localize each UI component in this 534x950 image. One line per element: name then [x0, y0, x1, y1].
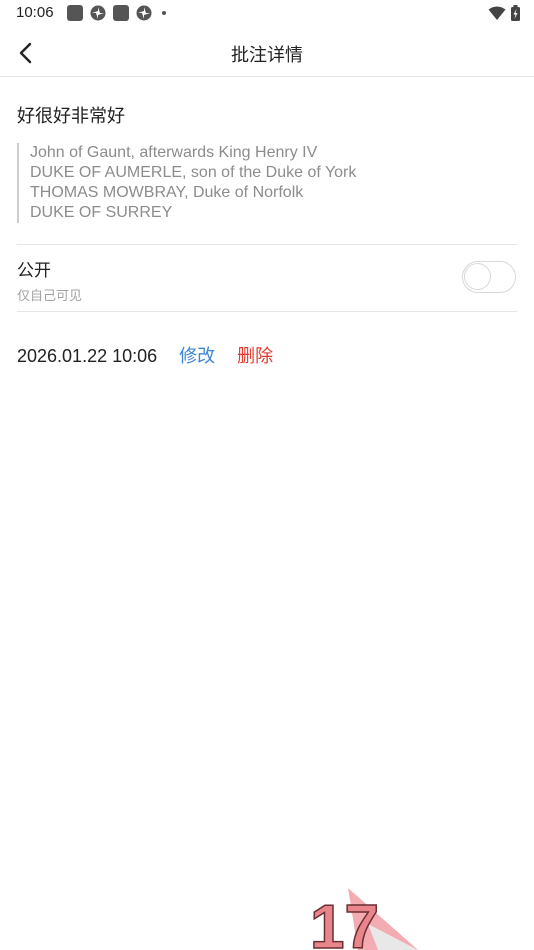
edit-button[interactable]: 修改	[179, 342, 215, 368]
more-notifications-dot-icon	[162, 11, 166, 15]
battery-charging-icon	[511, 5, 520, 21]
timestamp: 2026.01.22 10:06	[17, 346, 158, 366]
public-label: 公开	[17, 261, 51, 281]
pinwheel-notification-icon	[90, 5, 106, 21]
status-bar: 10:06	[0, 0, 534, 28]
annotation-detail-screen: 10:06 批注详情 好很好非常好 John of Gaunt, afterwa…	[0, 0, 534, 950]
app-logo-icon: 17	[309, 888, 418, 950]
annotation-text: 好很好非常好	[17, 106, 125, 127]
toggle-knob	[464, 263, 491, 290]
system-icons	[488, 5, 520, 21]
public-toggle[interactable]	[462, 261, 516, 293]
quote-line: DUKE OF AUMERLE, son of the Duke of York	[30, 164, 357, 181]
delete-button[interactable]: 删除	[237, 342, 273, 368]
pinwheel-notification-icon-2	[136, 5, 152, 21]
notification-icons	[67, 5, 166, 21]
quote-line: John of Gaunt, afterwards King Henry IV	[30, 144, 318, 161]
navigation-bar: 批注详情	[0, 28, 534, 77]
app-notification-icon	[67, 5, 83, 21]
visibility-row: 公开 仅自己可见	[17, 245, 517, 311]
quote-line: DUKE OF SURREY	[30, 204, 173, 221]
divider	[17, 311, 517, 312]
wifi-icon	[488, 6, 506, 20]
quoted-passage: John of Gaunt, afterwards King Henry IV …	[17, 143, 510, 223]
status-time: 10:06	[16, 4, 54, 21]
page-title: 批注详情	[231, 45, 303, 66]
private-hint: 仅自己可见	[17, 289, 83, 304]
logo-text: 17	[310, 893, 379, 950]
quote-line: THOMAS MOWBRAY, Duke of Norfolk	[30, 184, 304, 201]
app-notification-icon-2	[113, 5, 129, 21]
meta-row: 2026.01.22 10:06 修改 删除	[17, 342, 273, 368]
